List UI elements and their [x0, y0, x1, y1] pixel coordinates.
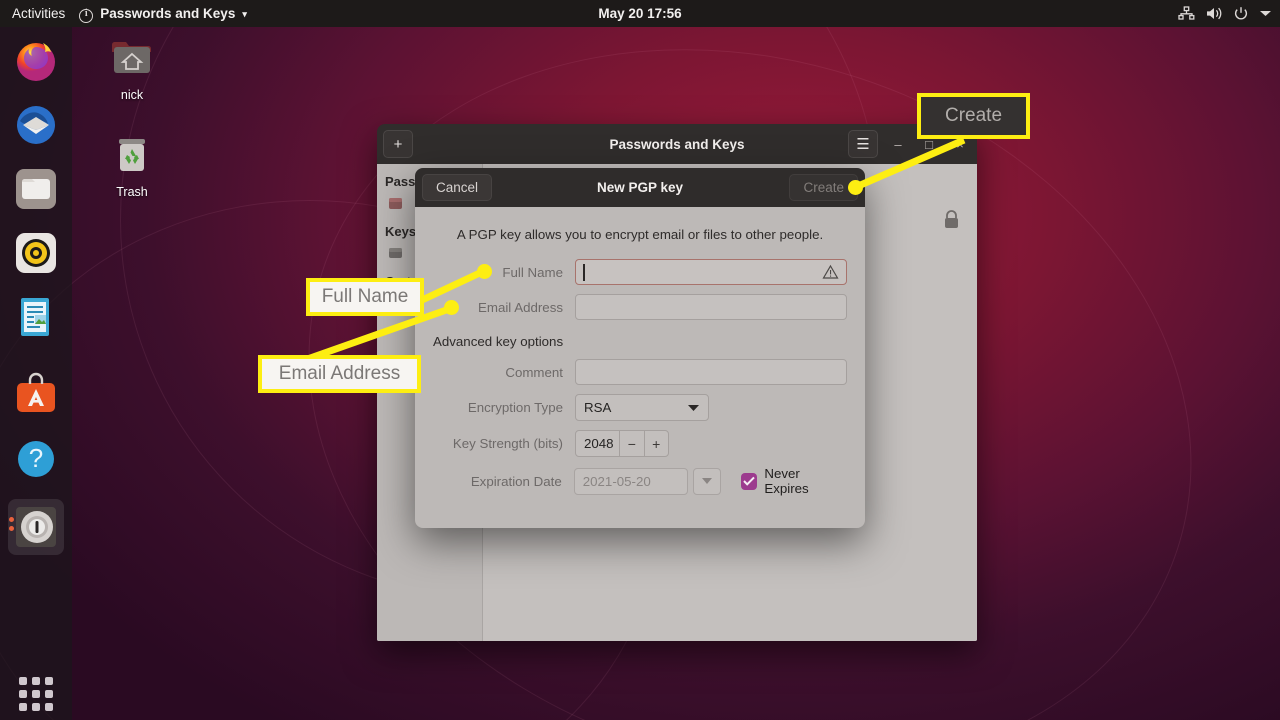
- dock-item-help[interactable]: ?: [8, 431, 64, 487]
- never-expires-label: Never Expires: [764, 466, 809, 496]
- key-strength-label: Key Strength (bits): [452, 436, 563, 451]
- keyring-icon: [389, 198, 402, 209]
- field-row-key-strength: Key Strength (bits) 2048 − +: [433, 430, 847, 457]
- power-icon[interactable]: [1233, 6, 1249, 22]
- lock-icon: [942, 209, 961, 235]
- key-strength-stepper[interactable]: 2048 − +: [575, 430, 669, 457]
- dock-item-passwords-and-keys[interactable]: [8, 499, 64, 555]
- field-row-full-name: Full Name: [433, 259, 847, 285]
- dock-item-ubuntu-software[interactable]: [8, 367, 64, 423]
- dock-item-files[interactable]: [8, 161, 64, 217]
- chevron-down-icon: ▾: [242, 9, 247, 19]
- top-bar: Activities Passwords and Keys ▾ May 20 1…: [0, 0, 1280, 27]
- email-label: Email Address: [478, 299, 563, 315]
- firefox-icon: [17, 43, 55, 81]
- field-row-expiration: Expiration Date 2021-05-20 Never Expires: [433, 466, 847, 496]
- expiration-date-input[interactable]: 2021-05-20: [573, 467, 688, 495]
- show-applications-button[interactable]: [14, 672, 58, 716]
- ubuntu-software-icon: [17, 372, 55, 412]
- rhythmbox-icon: [16, 233, 56, 273]
- desktop-icon-label: nick: [120, 88, 144, 102]
- close-button[interactable]: ×: [949, 132, 971, 156]
- hamburger-menu-icon[interactable]: ☰: [848, 130, 878, 158]
- desktop-icon-label: Trash: [116, 185, 148, 199]
- encryption-type-label: Encryption Type: [467, 400, 563, 415]
- field-row-comment: Comment: [433, 359, 847, 385]
- never-expires-checkbox[interactable]: [740, 472, 758, 490]
- encryption-type-select[interactable]: RSA: [575, 394, 709, 421]
- cancel-button[interactable]: Cancel: [422, 174, 493, 201]
- maximize-button[interactable]: □: [918, 132, 940, 156]
- create-button[interactable]: Create: [789, 174, 858, 201]
- key-icon: [389, 248, 402, 258]
- desktop-icon-trash[interactable]: Trash: [89, 130, 175, 199]
- expiration-date-label: Expiration Date: [470, 473, 562, 489]
- volume-icon[interactable]: [1205, 6, 1223, 21]
- files-icon: [16, 169, 56, 209]
- comment-label: Comment: [505, 364, 563, 380]
- app-menu-label: Passwords and Keys: [100, 6, 236, 21]
- full-name-label: Full Name: [502, 264, 563, 280]
- help-icon: ?: [18, 441, 54, 477]
- window-header-bar: + Passwords and Keys ☰ ‒ □ ×: [377, 124, 977, 164]
- text-cursor: [583, 264, 585, 281]
- email-input[interactable]: [575, 294, 847, 320]
- home-folder-icon: [112, 42, 151, 73]
- comment-input[interactable]: [575, 359, 847, 385]
- full-name-input[interactable]: [575, 259, 847, 285]
- new-item-button[interactable]: +: [383, 130, 413, 158]
- network-icon[interactable]: [1178, 6, 1195, 21]
- svg-text:?: ?: [29, 443, 43, 473]
- encryption-type-value: RSA: [584, 400, 612, 415]
- dock-item-libreoffice-writer[interactable]: [8, 289, 64, 345]
- dialog-header-bar: Cancel New PGP key Create: [415, 168, 865, 207]
- expiration-date-dropdown[interactable]: [692, 467, 721, 495]
- trash-icon: [119, 139, 145, 171]
- new-pgp-key-dialog: Cancel New PGP key Create A PGP key allo…: [415, 168, 865, 528]
- advanced-options-title: Advanced key options: [433, 334, 564, 349]
- passwords-and-keys-icon: [16, 507, 56, 547]
- info-icon: [79, 8, 94, 23]
- field-row-email: Email Address: [433, 294, 847, 320]
- key-strength-value: 2048: [584, 436, 614, 451]
- desktop-screen: Activities Passwords and Keys ▾ May 20 1…: [0, 0, 1280, 720]
- dialog-description: A PGP key allows you to encrypt email or…: [456, 227, 824, 242]
- dock-item-thunderbird[interactable]: [8, 97, 64, 153]
- activities-button[interactable]: Activities: [0, 6, 79, 21]
- app-menu-button[interactable]: Passwords and Keys ▾: [79, 6, 247, 23]
- never-expires-checkbox-row[interactable]: Never Expires: [740, 466, 847, 496]
- increment-button[interactable]: +: [643, 431, 668, 456]
- system-tray[interactable]: [1178, 6, 1272, 22]
- dialog-body: A PGP key allows you to encrypt email or…: [415, 207, 865, 496]
- thunderbird-icon: [17, 106, 55, 144]
- chevron-down-icon[interactable]: [1259, 9, 1272, 18]
- chevron-down-icon: [687, 400, 700, 415]
- dock-item-firefox[interactable]: [8, 33, 64, 89]
- dock-item-rhythmbox[interactable]: [8, 225, 64, 281]
- libreoffice-writer-icon: [21, 298, 49, 336]
- field-row-encryption-type: Encryption Type RSA: [433, 394, 847, 421]
- warning-icon: [822, 264, 839, 285]
- minimize-button[interactable]: ‒: [887, 132, 909, 156]
- desktop-icon-home[interactable]: nick: [89, 33, 175, 102]
- decrement-button[interactable]: −: [619, 431, 643, 456]
- running-indicator: [9, 517, 14, 535]
- dock: ?: [0, 27, 72, 720]
